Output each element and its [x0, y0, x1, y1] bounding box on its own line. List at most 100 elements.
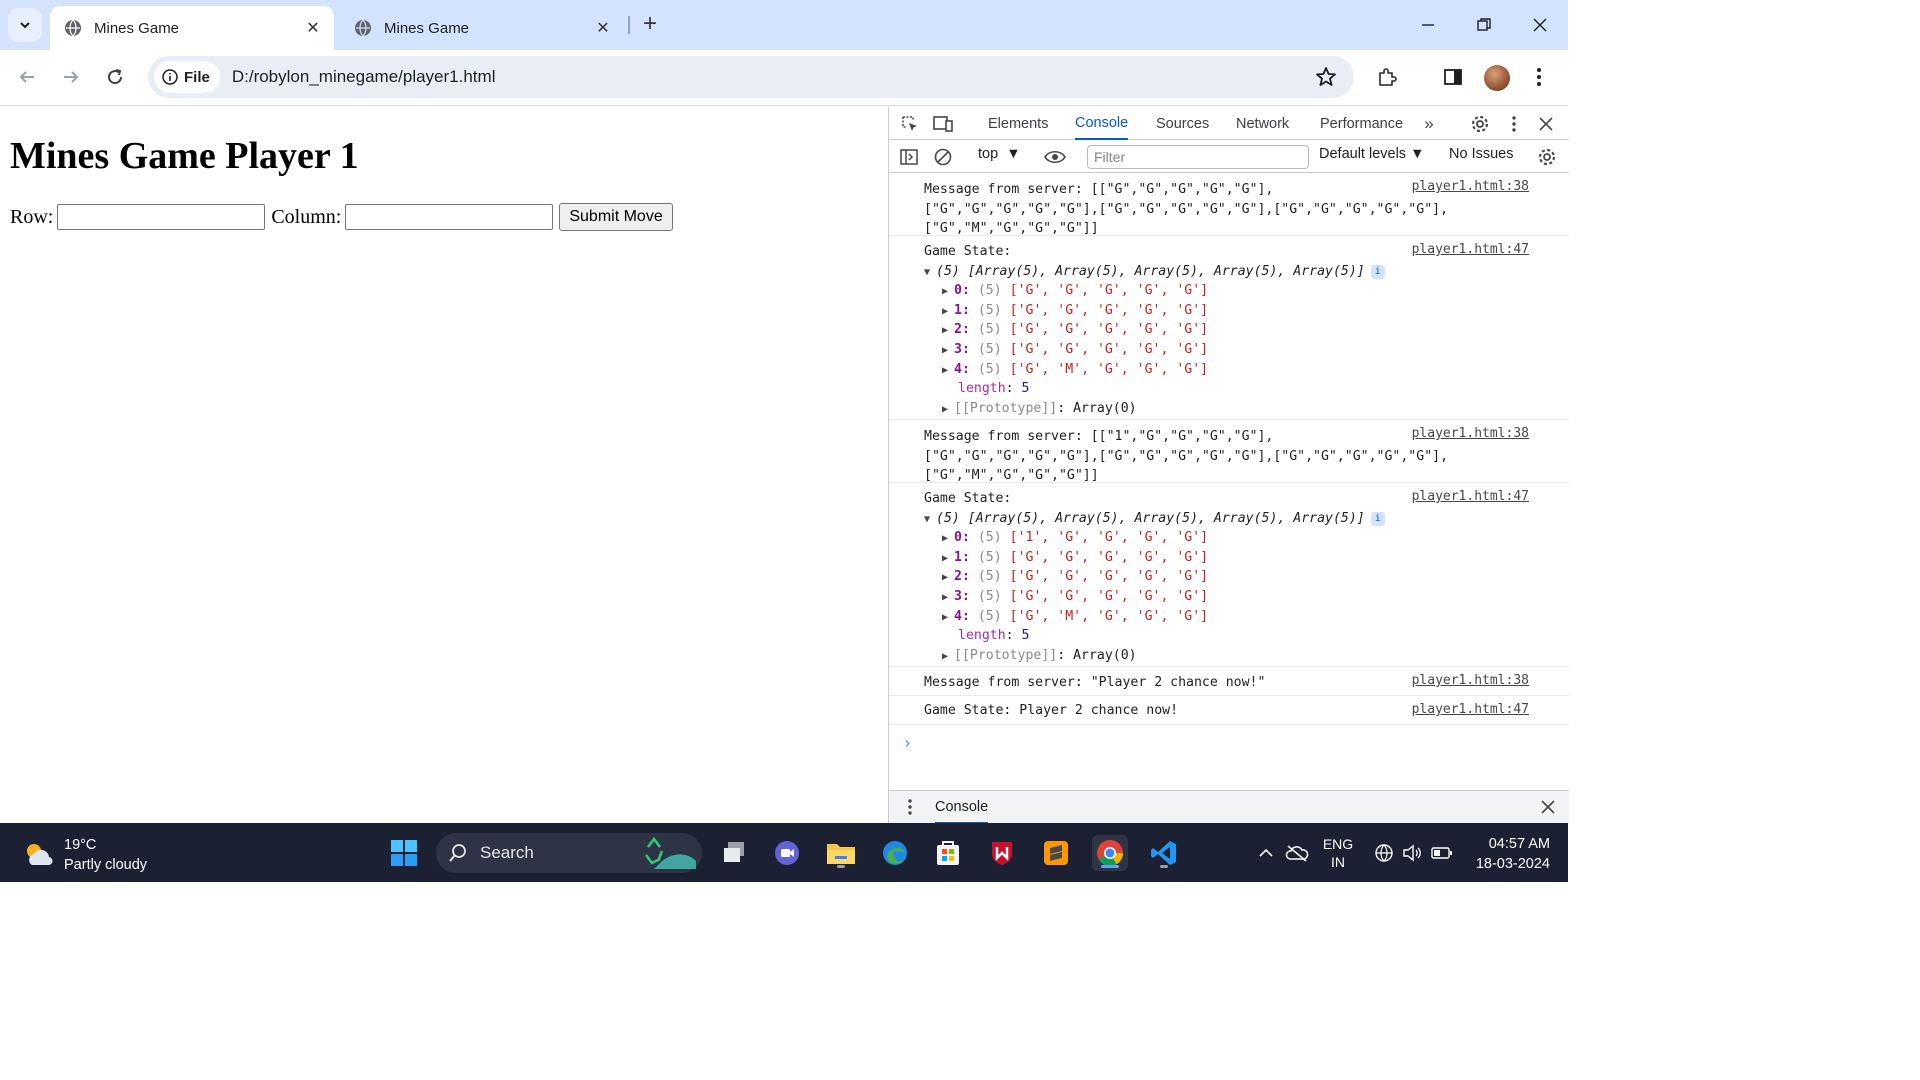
tab-search-button[interactable]	[8, 8, 42, 42]
array-summary[interactable]: ▼ (5) [Array(5), Array(5), Array(5), Arra…	[924, 262, 1385, 283]
close-drawer-icon[interactable]	[1537, 796, 1559, 818]
back-button[interactable]	[12, 62, 42, 92]
show-hidden-icons-button[interactable]	[1254, 823, 1278, 882]
side-panel-button[interactable]	[1440, 64, 1466, 90]
source-link[interactable]: player1.html:38	[1412, 179, 1529, 194]
mcafee-button[interactable]	[984, 835, 1020, 871]
array-row[interactable]: ▶ 1: (5) ['G', 'G', 'G', 'G', 'G']	[942, 548, 1208, 569]
chevron-up-icon	[1259, 848, 1273, 857]
console-prompt-chevron-icon[interactable]: ›	[903, 734, 912, 752]
battery-button[interactable]	[1430, 823, 1454, 882]
address-bar[interactable]: File D:/robylon_minegame/player1.html	[148, 56, 1354, 98]
devtools-tab-network[interactable]: Network	[1236, 107, 1289, 140]
prototype-row[interactable]: ▶ [[Prototype]]: Array(0)	[942, 399, 1137, 420]
url-text[interactable]: D:/robylon_minegame/player1.html	[232, 67, 496, 87]
drawer-menu-icon[interactable]	[899, 796, 921, 818]
source-link[interactable]: player1.html:38	[1412, 673, 1529, 688]
language-indicator[interactable]: ENG IN	[1318, 823, 1358, 882]
close-window-button[interactable]	[1512, 0, 1568, 50]
row-values: ['G', 'G', 'G', 'G', 'G']	[1009, 589, 1209, 604]
teams-chat-button[interactable]	[769, 835, 805, 871]
inspect-element-icon[interactable]	[899, 113, 921, 135]
array-row[interactable]: ▶ 3: (5) ['G', 'G', 'G', 'G', 'G']	[942, 587, 1208, 608]
source-link[interactable]: player1.html:47	[1412, 702, 1529, 717]
clear-console-icon[interactable]	[932, 146, 954, 168]
settings-gear-icon[interactable]	[1469, 113, 1491, 135]
context-selector[interactable]: top ▼	[978, 146, 1021, 162]
bookmark-star-icon[interactable]	[1314, 65, 1338, 89]
array-row[interactable]: ▶ 0: (5) ['G', 'G', 'G', 'G', 'G']	[942, 281, 1208, 302]
more-vertical-icon	[1537, 68, 1541, 86]
site-info-chip[interactable]: File	[154, 61, 220, 93]
drawer-tab-console[interactable]: Console	[935, 791, 989, 824]
source-link[interactable]: player1.html:38	[1412, 426, 1529, 441]
network-button[interactable]	[1372, 823, 1396, 882]
array-row[interactable]: ▶ 3: (5) ['G', 'G', 'G', 'G', 'G']	[942, 340, 1208, 361]
submit-move-button[interactable]: Submit Move	[559, 203, 673, 231]
array-row[interactable]: ▶ 4: (5) ['G', 'M', 'G', 'G', 'G']	[942, 360, 1208, 381]
chrome-button[interactable]	[1092, 835, 1128, 871]
devtools-tab-elements[interactable]: Elements	[988, 107, 1048, 140]
taskbar-search[interactable]: Search	[436, 833, 702, 873]
source-link[interactable]: player1.html:47	[1412, 489, 1529, 504]
sublime-text-button[interactable]	[1038, 835, 1074, 871]
row-index: 3:	[954, 342, 970, 357]
task-view-button[interactable]	[716, 835, 752, 871]
close-tab-icon[interactable]: ✕	[594, 19, 612, 37]
onedrive-button[interactable]	[1283, 823, 1311, 882]
row-values: ['1', 'G', 'G', 'G', 'G']	[1009, 530, 1209, 546]
system-clock[interactable]: 04:57 AM 18-03-2024	[1470, 834, 1550, 874]
console-settings-gear-icon[interactable]	[1536, 146, 1558, 168]
edge-browser-button[interactable]	[877, 835, 913, 871]
devtools-tab-performance[interactable]: Performance	[1320, 107, 1403, 140]
devtools-menu-icon[interactable]	[1503, 113, 1525, 135]
weather-widget[interactable]: 19°C Partly cloudy	[22, 835, 147, 875]
forward-button[interactable]	[56, 62, 86, 92]
reload-button[interactable]	[100, 62, 130, 92]
devtools-tab-console[interactable]: Console	[1075, 107, 1129, 140]
extensions-button[interactable]	[1374, 64, 1400, 90]
row-values: ['G', 'G', 'G', 'G', 'G']	[1009, 322, 1209, 338]
close-devtools-icon[interactable]	[1535, 113, 1557, 135]
collapsed-triangle-icon: ▶	[942, 611, 949, 623]
new-tab-button[interactable]: +	[636, 10, 664, 38]
log-levels-dropdown[interactable]: Default levels ▼	[1319, 146, 1424, 162]
sidebar-toggle-icon[interactable]	[898, 146, 920, 168]
arrow-left-icon	[19, 71, 34, 83]
array-summary[interactable]: ▼ (5) [Array(5), Array(5), Array(5), Arra…	[924, 509, 1385, 530]
row-input[interactable]	[57, 204, 266, 230]
tab-mines-game-2[interactable]: Mines Game ✕	[340, 6, 624, 50]
column-input[interactable]	[345, 204, 554, 230]
browser-menu-button[interactable]	[1526, 64, 1552, 90]
info-badge-icon: i	[1370, 264, 1385, 279]
collapsed-triangle-icon: ▶	[942, 592, 949, 603]
array-row[interactable]: ▶ 2: (5) ['G', 'G', 'G', 'G', 'G']	[942, 320, 1208, 341]
profile-avatar[interactable]	[1484, 65, 1510, 91]
collapsed-triangle-icon: ▶	[942, 345, 949, 356]
console-filter-input[interactable]: Filter	[1087, 145, 1309, 169]
source-link[interactable]: player1.html:47	[1412, 242, 1529, 257]
volume-button[interactable]	[1400, 823, 1424, 882]
chat-icon	[775, 841, 799, 865]
restore-button[interactable]	[1456, 0, 1512, 50]
array-row[interactable]: ▶ 2: (5) ['G', 'G', 'G', 'G', 'G']	[942, 567, 1208, 588]
file-explorer-button[interactable]	[823, 835, 859, 871]
device-toolbar-icon[interactable]	[932, 113, 954, 135]
live-expression-eye-icon[interactable]	[1044, 146, 1066, 168]
minimize-icon	[1422, 24, 1434, 26]
length-key: length	[958, 628, 1006, 644]
more-tabs-icon[interactable]: »	[1418, 113, 1440, 135]
prototype-row[interactable]: ▶ [[Prototype]]: Array(0)	[942, 646, 1137, 667]
vscode-button[interactable]	[1146, 835, 1182, 871]
tab-mines-game-1[interactable]: Mines Game ✕	[50, 6, 334, 50]
row-length: (5)	[977, 569, 1002, 585]
issues-counter[interactable]: No Issues	[1449, 146, 1513, 162]
close-tab-icon[interactable]: ✕	[304, 19, 322, 37]
minimize-button[interactable]	[1400, 0, 1456, 50]
devtools-tab-sources[interactable]: Sources	[1156, 107, 1209, 140]
microsoft-store-button[interactable]	[930, 835, 966, 871]
array-row[interactable]: ▶ 0: (5) ['1', 'G', 'G', 'G', 'G']	[942, 528, 1208, 549]
array-row[interactable]: ▶ 1: (5) ['G', 'G', 'G', 'G', 'G']	[942, 301, 1208, 322]
array-row[interactable]: ▶ 4: (5) ['G', 'M', 'G', 'G', 'G']	[942, 607, 1208, 628]
start-button[interactable]	[386, 835, 422, 871]
